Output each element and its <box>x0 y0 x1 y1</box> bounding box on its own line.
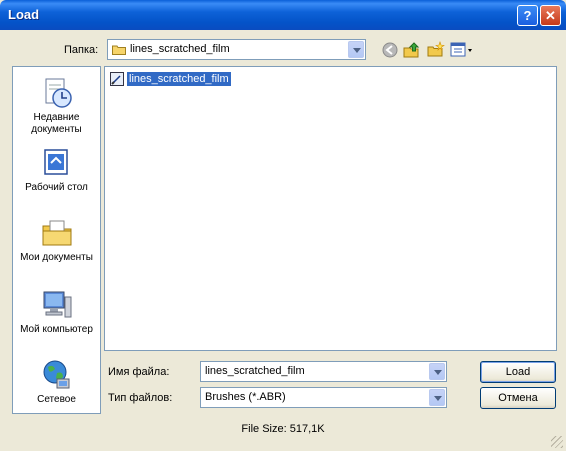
recent-documents-icon <box>41 77 73 109</box>
new-folder-icon <box>427 41 445 57</box>
back-arrow-icon <box>382 42 398 58</box>
cancel-button[interactable]: Отмена <box>480 387 556 409</box>
filename-label: Имя файла: <box>108 366 170 378</box>
window-title: Load <box>8 7 40 22</box>
place-label: Мои документы <box>20 252 93 263</box>
place-label: Рабочий стол <box>25 182 88 193</box>
title-bar[interactable]: Load ? ✕ <box>0 0 566 30</box>
place-recent-documents[interactable]: Недавние документы <box>13 77 100 136</box>
folder-select[interactable]: lines_scratched_film <box>107 39 366 60</box>
file-list[interactable]: lines_scratched_film <box>104 66 557 351</box>
new-folder-button[interactable] <box>427 41 445 59</box>
back-button[interactable] <box>381 41 399 59</box>
folder-icon <box>112 44 126 55</box>
my-computer-icon <box>41 289 73 321</box>
chevron-down-icon[interactable] <box>429 389 445 406</box>
filename-input[interactable]: lines_scratched_film <box>200 361 447 382</box>
close-button[interactable]: ✕ <box>540 5 561 26</box>
help-button[interactable]: ? <box>517 5 538 26</box>
filetype-label: Тип файлов: <box>108 392 173 404</box>
place-desktop[interactable]: Рабочий стол <box>13 147 100 194</box>
folder-value: lines_scratched_film <box>130 43 230 55</box>
place-my-documents[interactable]: Мои документы <box>13 217 100 264</box>
help-icon: ? <box>523 8 532 23</box>
load-dialog: Load ? ✕ Папка: lines_scratched_film Нед… <box>0 0 566 451</box>
place-my-computer[interactable]: Мой компьютер <box>13 289 100 336</box>
place-label: Недавние документы <box>31 112 82 135</box>
close-icon: ✕ <box>545 8 556 23</box>
resize-grip[interactable] <box>551 436 563 448</box>
filetype-value: Brushes (*.ABR) <box>205 391 286 403</box>
place-label: Сетевое <box>37 394 76 405</box>
up-folder-button[interactable] <box>403 41 421 59</box>
my-documents-icon <box>41 217 73 249</box>
file-size-status: File Size: 517,1K <box>241 423 325 435</box>
view-menu-icon <box>450 42 472 57</box>
places-bar: Недавние документы Рабочий стол Мои доку… <box>12 66 101 414</box>
filename-value: lines_scratched_film <box>205 365 305 377</box>
chevron-down-icon[interactable] <box>348 41 364 58</box>
view-menu-button[interactable] <box>450 41 476 59</box>
place-label: Мой компьютер <box>20 324 93 335</box>
desktop-icon <box>41 147 73 179</box>
brush-file-icon <box>110 71 124 86</box>
filetype-select[interactable]: Brushes (*.ABR) <box>200 387 447 408</box>
up-folder-icon <box>403 42 420 58</box>
list-item[interactable]: lines_scratched_film <box>110 71 231 86</box>
load-button[interactable]: Load <box>480 361 556 383</box>
file-name: lines_scratched_film <box>127 71 231 86</box>
place-network[interactable]: Сетевое <box>13 359 100 406</box>
folder-label: Папка: <box>64 44 99 56</box>
network-globe-icon <box>41 359 73 391</box>
chevron-down-icon[interactable] <box>429 363 445 380</box>
